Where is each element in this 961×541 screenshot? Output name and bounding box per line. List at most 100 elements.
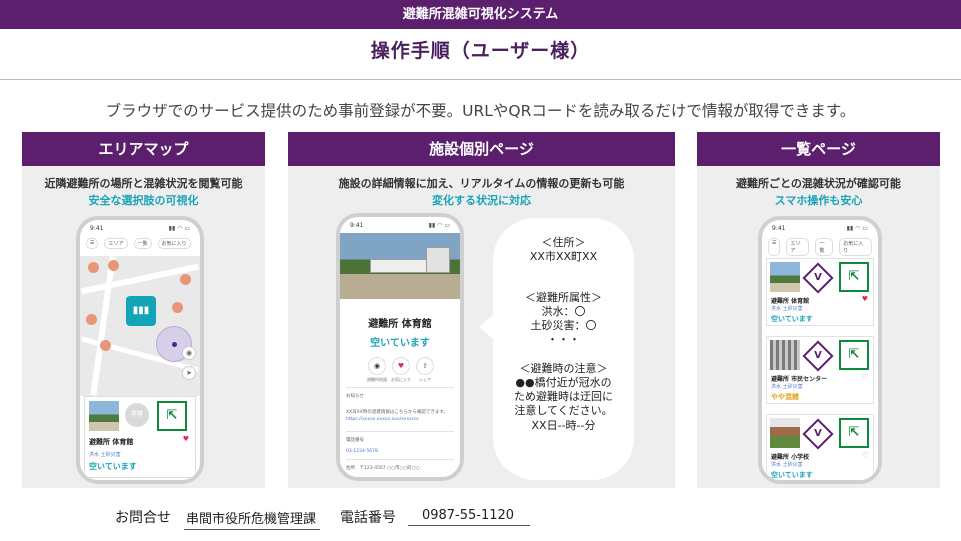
shelter-card[interactable]: 不可 ⇱ 避難所 体育館 ♥ 洪水 土砂災害 空いています (84, 396, 196, 478)
map-pin[interactable] (108, 260, 119, 271)
bubble-address: XX市XX町XX (529, 250, 598, 263)
panel-title: 一覧ページ (697, 132, 940, 166)
bubble-caution: ●●橋付近が冠水の (515, 376, 612, 389)
map-pin[interactable] (100, 340, 111, 351)
bubble-caution: ため避難時は迂回に (514, 390, 613, 403)
map-action-icon[interactable]: ◉ (368, 357, 386, 375)
panel-highlight: 安全な選択肢の可視化 (88, 194, 199, 207)
shelter-status: 空いています (771, 315, 813, 323)
detail-speech-bubble: ＜住所＞ XX市XX町XX ＜避難所属性＞ 洪水：〇 土砂災害：〇 ・・・ ＜避… (493, 218, 634, 480)
tel-value[interactable]: 0987-55-1120 (408, 508, 530, 526)
nav-menu-icon[interactable]: ☰ (86, 238, 99, 249)
facility-name: 避難所 体育館 (368, 319, 432, 330)
action-label: お気に入り (391, 377, 411, 382)
nav-menu-icon[interactable]: ☰ (768, 238, 781, 256)
panel-description: 施設の詳細情報に加え、リアルタイムの情報の更新も可能 (338, 177, 625, 190)
map-pin[interactable] (86, 314, 97, 325)
shelter-name: 避難所 体育館 (89, 438, 134, 446)
bubble-attr: 土砂災害：〇 (530, 319, 597, 332)
layers-icon[interactable]: ◉ (182, 346, 196, 360)
shelter-category-icon: V (802, 340, 834, 372)
phone-mockup-map: 9:41 ▮▮ ◠ ▭ ☰ エリア 一覧 お気に入り ▮▮▮ ◉ ➤ 不可 ⇱ (76, 216, 204, 484)
divider (346, 387, 454, 388)
bubble-caution-heading: ＜避難時の注意＞ (519, 362, 608, 375)
divider (346, 459, 454, 460)
shelter-list-item[interactable]: V ⇱ 避難所 市民センター ♡ 洪水 土砂災害 やや混雑 (766, 336, 874, 404)
favorite-heart-icon[interactable]: ♥ (183, 435, 189, 443)
favorite-heart-icon[interactable]: ♥ (862, 295, 868, 303)
phone-nav[interactable]: ☰ エリア 一覧 お気に入り (80, 234, 200, 253)
nav-tab-area[interactable]: エリア (104, 238, 128, 249)
system-name-bar: 避難所混雑可視化システム (0, 0, 961, 29)
nav-tab-list[interactable]: 一覧 (133, 238, 152, 249)
contact-label: お問合せ (115, 510, 171, 526)
panel-highlight: スマホ操作も安心 (774, 194, 863, 207)
shelter-list-item[interactable]: V ⇱ 避難所 体育館 ♥ 洪水 土砂災害 空いています (766, 258, 874, 326)
contact-value: 串間市役所危機管理課 (184, 508, 321, 530)
status-badge: 不可 (125, 403, 149, 427)
shelter-status: 空いています (89, 462, 137, 471)
bubble-attr: ・・・ (547, 333, 580, 346)
shelter-status: 空いています (771, 471, 813, 479)
panel-description: 近隣避難所の場所と混雑状況を閲覧可能 (44, 177, 243, 190)
share-action-icon[interactable]: ⇪ (416, 357, 434, 375)
area-map[interactable]: ▮▮▮ ◉ ➤ (80, 256, 200, 396)
favorite-heart-outline-icon[interactable]: ♡ (862, 451, 868, 459)
phone-number[interactable]: 03-1234-5678 (346, 449, 378, 454)
selected-shelter-pin[interactable]: ▮▮▮ (126, 296, 156, 326)
nav-tab-list[interactable]: 一覧 (815, 238, 834, 256)
favorite-action-icon[interactable]: ♥ (392, 357, 410, 375)
nav-tab-favorites[interactable]: お気に入り (157, 238, 191, 249)
tel-label: 電話番号 (340, 510, 396, 526)
panel-title: 施設個別ページ (288, 132, 675, 166)
shelter-thumbnail (770, 262, 800, 292)
building-shape (426, 247, 450, 273)
map-pin[interactable] (180, 274, 191, 285)
bubble-caution: 注意してください。 (514, 404, 613, 417)
map-street (90, 256, 116, 396)
shelter-name: 避難所 体育館 (771, 298, 810, 305)
lead-text: ブラウザでのサービス提供のため事前登録が不要。URLやQRコードを読み取るだけで… (105, 102, 856, 120)
phone-status-icons: ▮▮ ◠ ▭ (846, 225, 868, 232)
facility-photo (340, 233, 460, 299)
shelter-category-icon: V (802, 418, 834, 450)
facility-status: 空いています (370, 338, 430, 349)
emergency-exit-icon: ⇱ (839, 418, 869, 448)
shelter-thumbnail (770, 340, 800, 370)
map-pin[interactable] (172, 302, 183, 313)
phone-heading: 電話番号 (346, 438, 364, 443)
shelter-category-icon: V (802, 262, 834, 294)
notice-text: XX日XX時の混雑情報はこちらから確認できます。 (346, 410, 448, 415)
emergency-exit-icon: ⇱ (839, 340, 869, 370)
shelter-list-item[interactable]: V ⇱ 避難所 小学校 ♡ 洪水 土砂災害 空いています (766, 414, 874, 480)
system-name: 避難所混雑可視化システム (402, 7, 559, 22)
favorite-heart-outline-icon[interactable]: ♡ (862, 373, 868, 381)
map-pin[interactable] (88, 262, 99, 273)
bubble-caution-time: XX日--時--分 (531, 419, 596, 432)
panel-list-page: 一覧ページ 避難所ごとの混雑状況が確認可能 スマホ操作も安心 9:41 ▮▮ ◠… (697, 132, 940, 488)
building-shape (370, 259, 430, 273)
bubble-address-heading: ＜住所＞ (541, 236, 586, 249)
shelter-tag: 洪水 土砂災害 (89, 452, 121, 458)
phone-mockup-facility: 9:41 ▮▮ ◠ ▭ 避難所 体育館 空いています ◉ ♥ ⇪ 避難所地図 お… (336, 213, 464, 481)
bubble-attr-heading: ＜避難所属性＞ (525, 291, 602, 304)
shelter-tag: 洪水 土砂災害 (771, 384, 803, 390)
emergency-exit-icon: ⇱ (839, 262, 869, 292)
locate-icon[interactable]: ➤ (182, 366, 196, 380)
panel-area-map: エリアマップ 近隣避難所の場所と混雑状況を閲覧可能 安全な選択肢の可視化 9:4… (22, 132, 265, 488)
page-title: 操作手順（ユーザー様） (370, 40, 591, 62)
panel-highlight: 変化する状況に対応 (432, 194, 531, 207)
address-line: 住所 〒123-4567 ○○市○○町○○ (346, 465, 420, 471)
action-label: シェア (419, 377, 431, 382)
phone-mockup-list: 9:41 ▮▮ ◠ ▭ ☰ エリア 一覧 お気に入り V ⇱ 避難所 体育館 ♥… (758, 216, 882, 484)
panel-description: 避難所ごとの混雑状況が確認可能 (736, 177, 901, 190)
shelter-status: やや混雑 (771, 393, 799, 401)
nav-tab-area[interactable]: エリア (786, 238, 810, 256)
bubble-attr: 洪水：〇 (541, 305, 586, 318)
panel-facility-page: 施設個別ページ 施設の詳細情報に加え、リアルタイムの情報の更新も可能 変化する状… (288, 132, 675, 488)
notice-link[interactable]: https://xxxxx.xxxxx.xxx/xxxx/xx (346, 417, 419, 422)
phone-nav[interactable]: ☰ エリア 一覧 お気に入り (762, 234, 878, 260)
action-label: 避難所地図 (367, 377, 387, 382)
nav-tab-favorites[interactable]: お気に入り (839, 238, 872, 256)
panel-title: エリアマップ (22, 132, 265, 166)
